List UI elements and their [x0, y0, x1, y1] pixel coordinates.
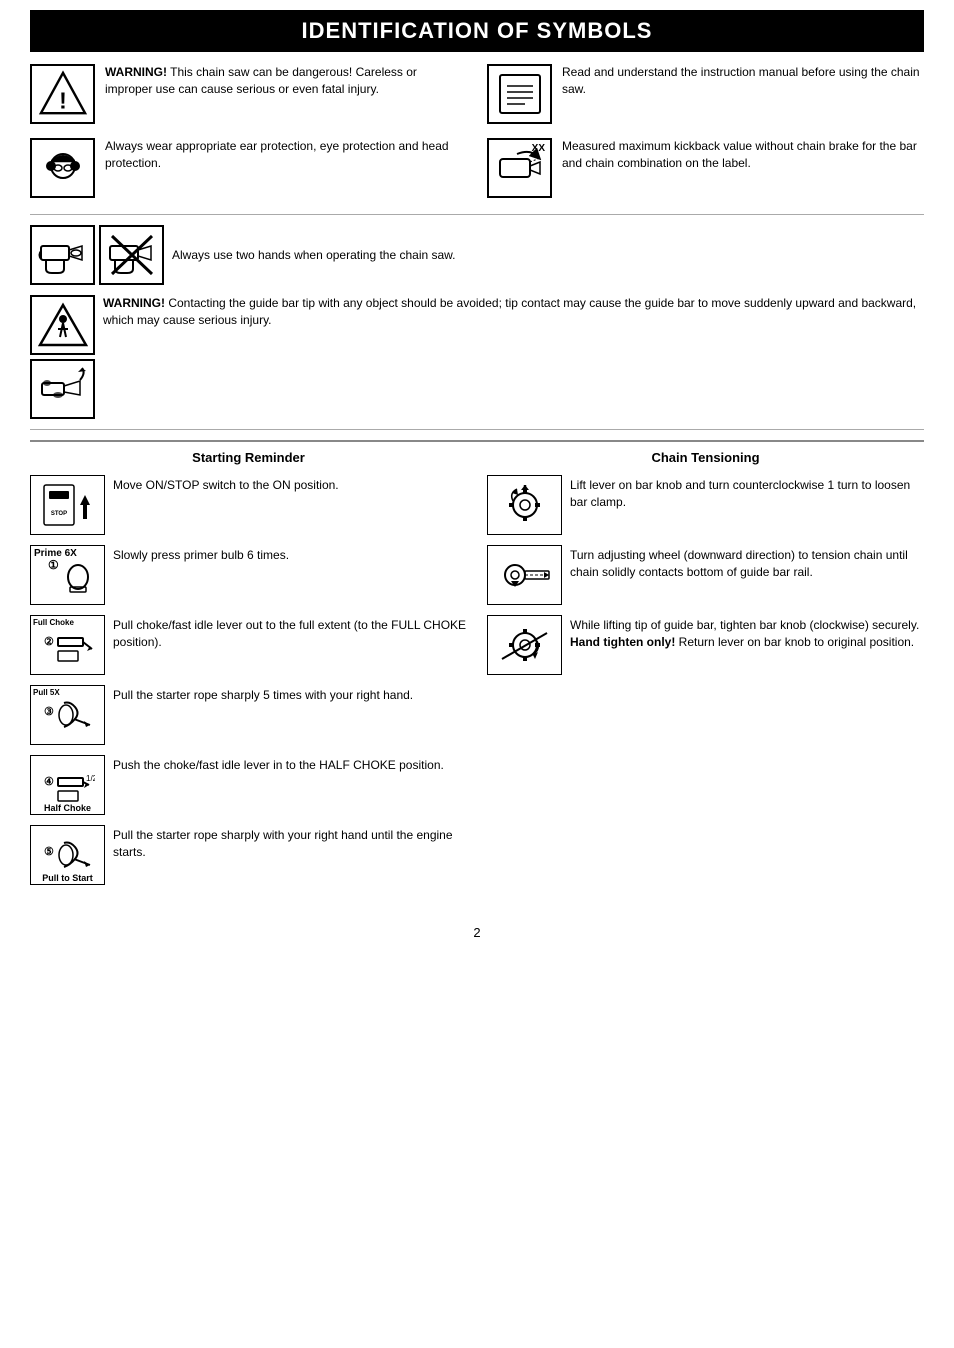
ear-protection-desc: Always wear appropriate ear protection, …: [105, 139, 449, 170]
kickback-text: Measured maximum kickback value without …: [562, 138, 924, 172]
step-6-bottomlabel: Pull to Start: [31, 873, 104, 883]
ear-protection-row: Always wear appropriate ear protection, …: [30, 138, 467, 198]
step-6-text: Pull the starter rope sharply with your …: [113, 825, 467, 861]
ct-step-3-row: While lifting tip of guide bar, tighten …: [487, 615, 924, 675]
ct-step-3-bold: Hand tighten only!: [570, 635, 675, 649]
svg-text:⑤: ⑤: [44, 846, 54, 858]
read-manual-row: Read and understand the instruction manu…: [487, 64, 924, 124]
divider: [30, 440, 924, 442]
step-5-text: Push the choke/fast idle lever in to the…: [113, 755, 444, 774]
kickback-desc: Measured maximum kickback value without …: [562, 139, 917, 170]
step-3-text: Pull choke/fast idle lever out to the fu…: [113, 615, 467, 651]
symbols-section: ! WARNING! This chain saw can be dangero…: [30, 64, 924, 215]
ear-protection-icon: [30, 138, 95, 198]
page-header: IDENTIFICATION OF SYMBOLS: [30, 10, 924, 52]
warning-icon: !: [30, 64, 95, 124]
ct-step-1-row: Lift lever on bar knob and turn counterc…: [487, 475, 924, 535]
svg-text:②: ②: [44, 636, 54, 648]
step-3-desc: Pull choke/fast idle lever out to the fu…: [113, 618, 466, 649]
read-manual-desc: Read and understand the instruction manu…: [562, 65, 920, 96]
step-2-row: Prime 6X ① Slowly press primer bulb 6 ti…: [30, 545, 467, 605]
starting-reminder-column: Starting Reminder ON STOP: [30, 450, 467, 895]
ct-step-2-icon: [487, 545, 562, 605]
step-4-row: Pull 5X ③ Pull the starter rope sharply …: [30, 685, 467, 745]
step-5-bottomlabel: Half Choke: [31, 803, 104, 813]
svg-text:1/2: 1/2: [86, 774, 95, 783]
svg-text:④: ④: [44, 776, 54, 788]
step-1-row: ON STOP Move ON/STOP switch to the ON po…: [30, 475, 467, 535]
step-1-text: Move ON/STOP switch to the ON position.: [113, 475, 339, 494]
kickback-row: XX Measured maximum kickback value witho…: [487, 138, 924, 198]
step-5-desc: Push the choke/fast idle lever in to the…: [113, 758, 444, 772]
step-4-icon: Pull 5X ③: [30, 685, 105, 745]
step-6-row: Pull to Start ⑤ Pull the starter rope sh…: [30, 825, 467, 885]
step-2-label: Prime 6X: [34, 548, 77, 559]
two-hands-icon-1: [30, 225, 95, 285]
step-3-icon: Full Choke ②: [30, 615, 105, 675]
step-6-desc: Pull the starter rope sharply with your …: [113, 828, 453, 859]
step-4-text: Pull the starter rope sharply 5 times wi…: [113, 685, 413, 704]
two-hands-desc: Always use two hands when operating the …: [172, 248, 456, 262]
step-6-icon: Pull to Start ⑤: [30, 825, 105, 885]
page-number: 2: [30, 925, 924, 940]
warning2-triangle-icon: [30, 295, 95, 355]
ct-step-1-icon: [487, 475, 562, 535]
ear-protection-text: Always wear appropriate ear protection, …: [105, 138, 467, 172]
step-3-row: Full Choke ② Pull choke/fast idle lever …: [30, 615, 467, 675]
page: IDENTIFICATION OF SYMBOLS ! WARNING! Thi…: [0, 0, 954, 1348]
chain-tensioning-title: Chain Tensioning: [487, 450, 924, 465]
two-hands-row: Always use two hands when operating the …: [30, 225, 924, 285]
warning2-text: WARNING! Contacting the guide bar tip wi…: [103, 295, 924, 329]
page-number-text: 2: [473, 925, 480, 940]
ct-step-2-desc: Turn adjusting wheel (downward direction…: [570, 548, 908, 579]
warning-label-1: WARNING!: [105, 65, 167, 79]
step-5-icon: Half Choke ④ 1/2: [30, 755, 105, 815]
ct-step-3-text: While lifting tip of guide bar, tighten …: [570, 615, 924, 651]
warning2-label: WARNING!: [103, 296, 165, 310]
step-4-desc: Pull the starter rope sharply 5 times wi…: [113, 688, 413, 702]
ct-step-1-text: Lift lever on bar knob and turn counterc…: [570, 475, 924, 511]
two-hands-icons: [30, 225, 164, 285]
step-1-desc: Move ON/STOP switch to the ON position.: [113, 478, 339, 492]
step-2-desc: Slowly press primer bulb 6 times.: [113, 548, 289, 562]
read-manual-icon: [487, 64, 552, 124]
two-hands-icon-2: [99, 225, 164, 285]
step-2-icon: Prime 6X ①: [30, 545, 105, 605]
step-4-toplabel: Pull 5X: [33, 688, 60, 697]
svg-text:③: ③: [44, 706, 54, 718]
two-hands-text: Always use two hands when operating the …: [172, 247, 456, 264]
svg-text:①: ①: [48, 558, 59, 572]
warning2-saw-icon: [30, 359, 95, 419]
svg-text:STOP: STOP: [51, 511, 67, 517]
warning-text-1: WARNING! This chain saw can be dangerous…: [105, 64, 467, 98]
warning2-icons: [30, 295, 95, 419]
step-5-row: Half Choke ④ 1/2 Push the choke/fast idl…: [30, 755, 467, 815]
read-manual-text: Read and understand the instruction manu…: [562, 64, 924, 98]
step-3-toplabel: Full Choke: [33, 618, 74, 627]
page-title: IDENTIFICATION OF SYMBOLS: [30, 18, 924, 44]
ct-step-2-text: Turn adjusting wheel (downward direction…: [570, 545, 924, 581]
ct-step-2-row: Turn adjusting wheel (downward direction…: [487, 545, 924, 605]
step-2-text: Slowly press primer bulb 6 times.: [113, 545, 289, 564]
chain-tensioning-column: Chain Tensioning: [487, 450, 924, 895]
kickback-icon: XX: [487, 138, 552, 198]
step-1-icon: ON STOP: [30, 475, 105, 535]
warning2-desc: Contacting the guide bar tip with any ob…: [103, 296, 916, 327]
warning-row-2: WARNING! Contacting the guide bar tip wi…: [30, 295, 924, 430]
ct-step-3-icon: [487, 615, 562, 675]
ct-step-1-desc: Lift lever on bar knob and turn counterc…: [570, 478, 910, 509]
warning-row-1: ! WARNING! This chain saw can be dangero…: [30, 64, 467, 124]
svg-text:!: !: [59, 87, 67, 113]
bottom-section: Starting Reminder ON STOP: [30, 450, 924, 895]
starting-reminder-title: Starting Reminder: [30, 450, 467, 465]
